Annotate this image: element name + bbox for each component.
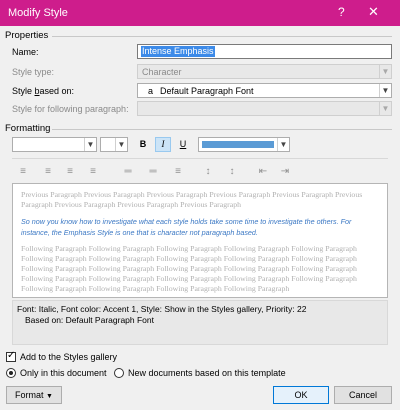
one-half-spacing-icon[interactable]: ═ [145, 166, 161, 178]
space-before-icon[interactable]: ↕ [200, 166, 216, 178]
style-description: Font: Italic, Font color: Accent 1, Styl… [12, 300, 388, 345]
cancel-button[interactable]: Cancel [334, 386, 392, 404]
preview-sample-text: So now you know how to investigate what … [21, 217, 352, 237]
description-line-1: Font: Italic, Font color: Accent 1, Styl… [17, 304, 307, 314]
chevron-down-icon: ▼ [46, 393, 53, 400]
align-right-icon[interactable]: ≡ [62, 166, 78, 178]
space-after-icon[interactable]: ↕ [224, 166, 240, 178]
only-this-document-label[interactable]: Only in this document [20, 368, 107, 378]
italic-button[interactable]: I [155, 137, 171, 152]
help-button[interactable]: ? [338, 5, 345, 19]
following-paragraph-select[interactable]: ▼ [137, 101, 392, 116]
single-spacing-icon[interactable]: ═ [120, 166, 136, 178]
add-to-gallery-label[interactable]: Add to the Styles gallery [20, 352, 117, 362]
name-input-value: Intense Emphasis [141, 46, 215, 57]
toolbar-divider [12, 158, 388, 159]
based-on-select[interactable]: a Default Paragraph Font ▼ [137, 83, 392, 98]
name-input[interactable]: Intense Emphasis [137, 44, 392, 59]
title-bar: Modify Style ? ✕ [0, 0, 400, 26]
checkmark-icon: ✓ [7, 350, 16, 361]
align-center-icon[interactable]: ≡ [40, 166, 56, 178]
increase-indent-icon[interactable]: ⇥ [277, 166, 293, 178]
based-on-label: Style based on: [12, 86, 75, 96]
properties-section-label: Properties [5, 30, 49, 41]
only-this-document-radio[interactable] [6, 368, 16, 378]
close-button[interactable]: ✕ [368, 4, 379, 20]
chevron-down-icon: ▼ [379, 84, 391, 97]
following-paragraph-label: Style for following paragraph: [12, 104, 129, 114]
bold-button[interactable]: B [135, 137, 151, 152]
preview-previous-paragraph: Previous Paragraph Previous Paragraph Pr… [21, 190, 363, 209]
style-preview: Previous Paragraph Previous Paragraph Pr… [12, 183, 388, 298]
based-on-value: Default Paragraph Font [160, 86, 254, 96]
new-documents-radio[interactable] [114, 368, 124, 378]
radio-selected-dot [9, 371, 13, 375]
double-spacing-icon[interactable]: ≡ [170, 166, 186, 178]
font-color-select[interactable]: ▼ [198, 137, 290, 152]
properties-divider [52, 36, 392, 37]
preview-following-paragraph: Following Paragraph Following Paragraph … [21, 244, 357, 293]
formatting-divider [52, 129, 392, 130]
justify-icon[interactable]: ≡ [85, 166, 101, 178]
format-button-label: Format [15, 390, 44, 400]
font-name-select[interactable]: ▼ [12, 137, 97, 152]
add-to-gallery-checkbox[interactable]: ✓ [6, 350, 16, 362]
format-button[interactable]: Format ▼ [6, 386, 62, 404]
font-color-swatch [202, 141, 274, 148]
window-title: Modify Style [8, 7, 68, 19]
ok-button[interactable]: OK [273, 386, 329, 404]
chevron-down-icon: ▼ [115, 138, 127, 151]
style-type-value: Character [142, 67, 182, 77]
font-size-select[interactable]: ▼ [100, 137, 128, 152]
character-style-icon: a [148, 86, 154, 96]
decrease-indent-icon[interactable]: ⇤ [255, 166, 271, 178]
name-label: Name: [12, 47, 39, 57]
align-left-icon[interactable]: ≡ [15, 166, 31, 178]
chevron-down-icon: ▼ [277, 138, 289, 151]
underline-button[interactable]: U [175, 137, 191, 152]
chevron-down-icon: ▼ [379, 102, 391, 115]
style-type-label: Style type: [12, 67, 55, 77]
chevron-down-icon: ▼ [379, 65, 391, 78]
formatting-section-label: Formatting [5, 123, 51, 134]
chevron-down-icon: ▼ [84, 138, 96, 151]
new-documents-label[interactable]: New documents based on this template [128, 368, 286, 378]
description-line-2: Based on: Default Paragraph Font [25, 315, 154, 325]
style-type-select[interactable]: Character ▼ [137, 64, 392, 79]
